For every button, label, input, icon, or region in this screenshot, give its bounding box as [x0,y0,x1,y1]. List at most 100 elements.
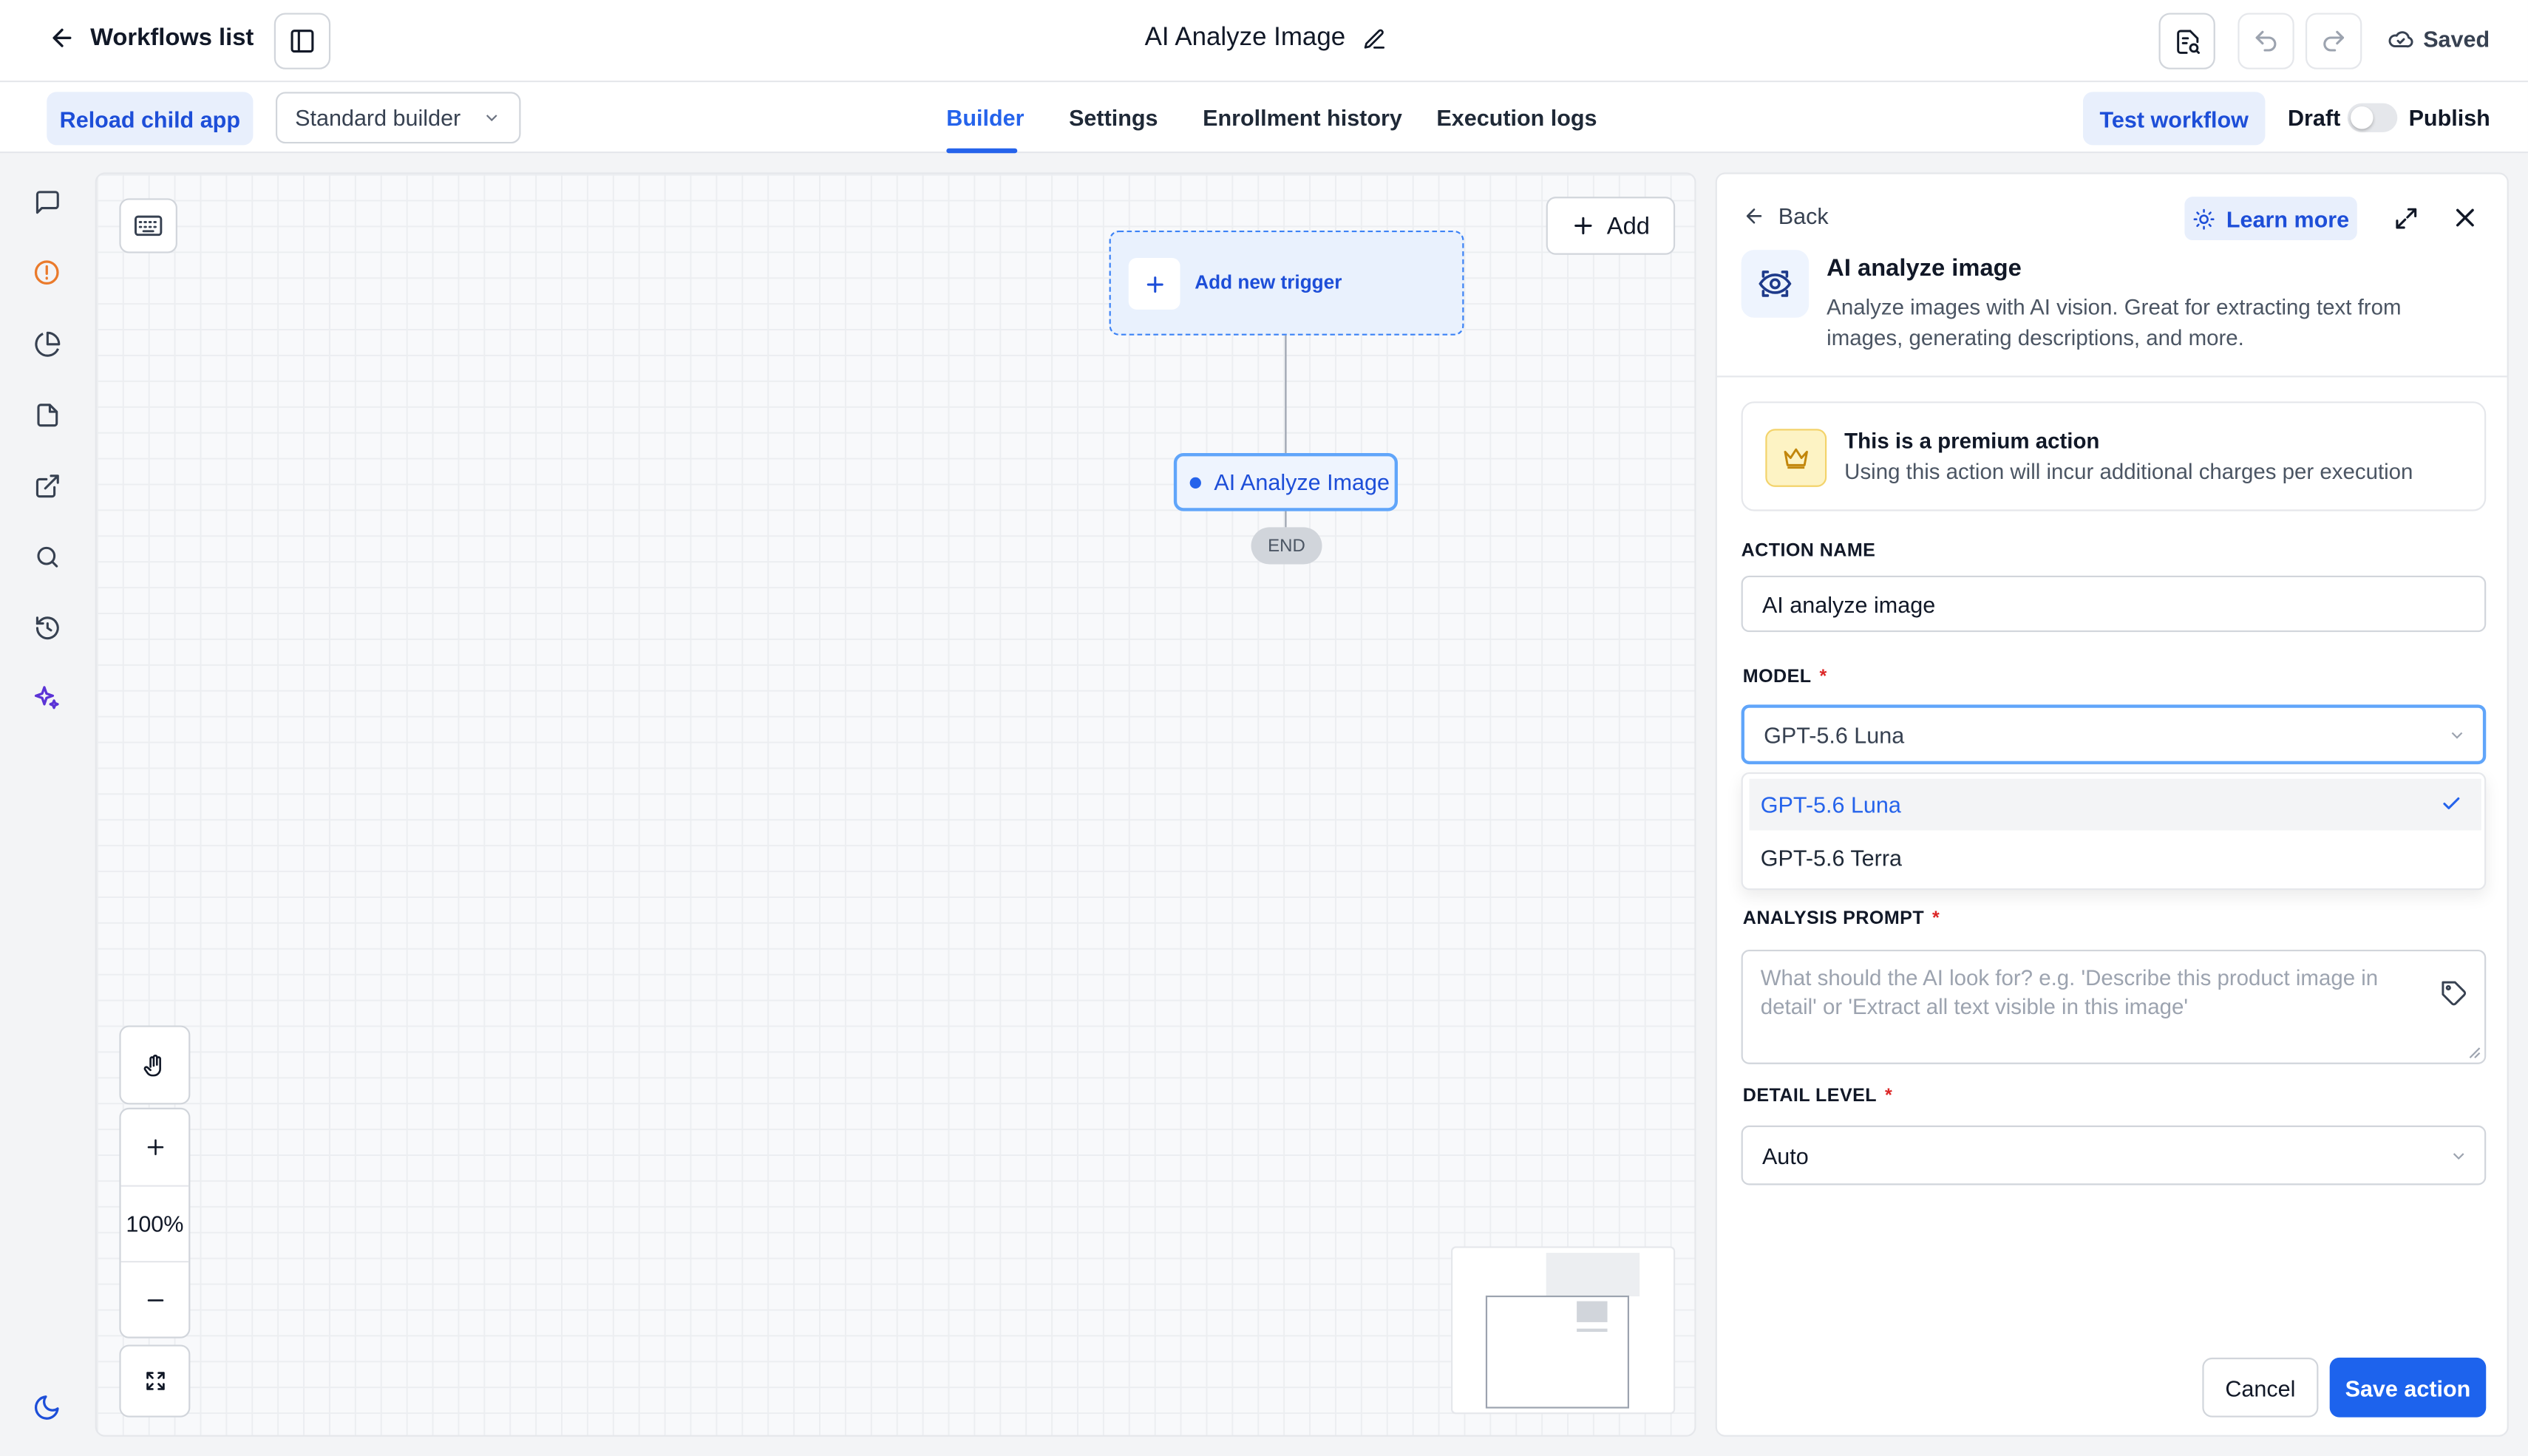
add-trigger-node[interactable]: Add new trigger [1109,230,1464,336]
zoom-in-button[interactable] [121,1109,189,1185]
learn-more-button[interactable]: Learn more [2184,197,2357,241]
model-select-value: GPT-5.6 Luna [1764,721,1905,748]
pencil-edit-icon[interactable] [1362,27,1386,51]
prompt-label-row: ANALYSIS PROMPT * [1743,909,1940,928]
keyboard-shortcuts-button[interactable] [119,198,177,254]
cloud-check-icon [2388,26,2413,52]
add-node-button[interactable]: Add [1546,197,1676,255]
minimap-graphic [1485,1253,1640,1409]
sidebar-panel-icon [288,27,316,55]
undo-button[interactable] [2238,13,2294,69]
expand-icon[interactable] [2389,202,2422,234]
premium-notice: This is a premium action Using this acti… [1741,401,2487,511]
connector-line [1285,511,1287,528]
tab-execution-logs[interactable]: Execution logs [1436,105,1597,131]
plus-icon [1128,258,1180,310]
action-name-value: AI analyze image [1761,591,1936,617]
publish-toggle[interactable] [2347,103,2398,132]
reload-child-app-button[interactable]: Reload child app [47,92,254,146]
save-action-button[interactable]: Save action [2329,1357,2487,1418]
detail-level-value: Auto [1761,1142,1809,1168]
model-label: MODEL [1742,667,1812,687]
fit-view-button[interactable] [119,1344,191,1418]
model-dropdown-menu: GPT-5.6 Luna GPT-5.6 Terra [1741,772,2487,891]
model-option-luna[interactable]: GPT-5.6 Luna [1749,778,2481,831]
ai-analyze-image-node[interactable]: AI Analyze Image [1173,453,1399,511]
app-root: Workflows list AI Analyze Image Saved Re… [0,0,2528,1456]
panel-back-label: Back [1778,203,1829,229]
builder-mode-select[interactable]: Standard builder [275,92,521,144]
pie-chart-icon[interactable] [29,326,64,361]
eye-icon [1741,250,1810,318]
node-status-dot [1189,476,1201,488]
node-label: AI Analyze Image [1214,469,1390,495]
action-name-input[interactable]: AI analyze image [1741,575,2487,633]
search-icon[interactable] [29,539,64,574]
alert-circle-icon[interactable] [29,255,64,290]
test-workflow-button[interactable]: Test workflow [2082,92,2266,146]
external-link-icon[interactable] [29,468,64,503]
toggle-sidebar-button[interactable] [273,13,331,69]
detail-level-label: DETAIL LEVEL [1742,1086,1878,1106]
divider [1716,375,2507,378]
pan-tool-button[interactable] [119,1025,191,1105]
panel-back-button[interactable]: Back [1743,203,1829,229]
tab-enrollment-history[interactable]: Enrollment history [1203,105,1402,131]
detail-label-row: DETAIL LEVEL * [1743,1086,1892,1106]
chat-icon[interactable] [29,184,64,220]
chevron-down-icon [2447,725,2467,744]
close-icon[interactable] [2449,202,2481,234]
builder-mode-value: Standard builder [295,104,461,131]
check-icon [2441,793,2461,814]
expand-arrows-icon [121,1347,189,1416]
keyboard-icon [134,214,163,237]
history-icon[interactable] [29,610,64,645]
workflows-list-label: Workflows list [90,24,254,52]
publish-label: Publish [2408,104,2490,131]
sparkles-icon[interactable] [29,681,64,716]
redo-button[interactable] [2305,13,2362,69]
canvas-minimap[interactable] [1450,1246,1676,1415]
model-option-terra[interactable]: GPT-5.6 Terra [1749,832,2481,884]
arrow-left-icon [48,24,75,52]
add-trigger-label: Add new trigger [1195,271,1342,294]
tab-builder[interactable]: Builder [946,105,1024,131]
workflow-title: AI Analyze Image [1145,24,1386,53]
redo-icon [2320,27,2348,55]
required-asterisk: * [1819,667,1827,687]
tag-icon[interactable] [2439,979,2468,1007]
required-asterisk: * [1932,909,1940,929]
action-name-label: ACTION NAME [1741,542,1876,562]
model-label-row: MODEL * [1743,667,1827,687]
learn-more-label: Learn more [2226,205,2350,232]
analysis-prompt-textarea[interactable]: What should the AI look for? e.g. 'Descr… [1741,949,2487,1064]
document-icon[interactable] [29,397,64,432]
document-search-icon [2172,27,2201,55]
end-node: END [1251,527,1322,565]
builder-toolbar: Reload child app Standard builder Builde… [0,82,2528,154]
zoom-out-button[interactable] [120,1261,189,1337]
draft-label: Draft [2287,104,2341,131]
connector-line [1285,335,1287,454]
arrow-left-icon [1743,205,1766,228]
action-config-panel: Back Learn more AI analyze image Analyze… [1715,172,2509,1437]
model-select[interactable]: GPT-5.6 Luna [1741,704,2487,765]
moon-icon[interactable] [29,1390,64,1426]
saved-label: Saved [2423,25,2490,52]
resize-handle-icon[interactable] [2468,1047,2481,1059]
analysis-prompt-label: ANALYSIS PROMPT [1742,909,1925,929]
save-status: Saved [2388,26,2490,52]
workflow-notes-button[interactable] [2158,13,2215,69]
action-description: Analyze images with AI vision. Great for… [1827,295,2402,350]
workflow-title-text: AI Analyze Image [1144,24,1346,52]
plus-icon [1571,214,1594,237]
cancel-button[interactable]: Cancel [2202,1357,2319,1418]
hand-icon [121,1027,189,1103]
chevron-down-icon [482,108,501,127]
workflow-canvas[interactable]: Add Add new trigger AI Analyze Image END… [95,172,1696,1437]
detail-level-select[interactable]: Auto [1741,1125,2487,1185]
tab-settings[interactable]: Settings [1069,105,1158,131]
zoom-level: 100% [120,1185,189,1261]
add-node-label: Add [1606,211,1651,239]
workflows-list-link[interactable]: Workflows list [48,24,254,52]
